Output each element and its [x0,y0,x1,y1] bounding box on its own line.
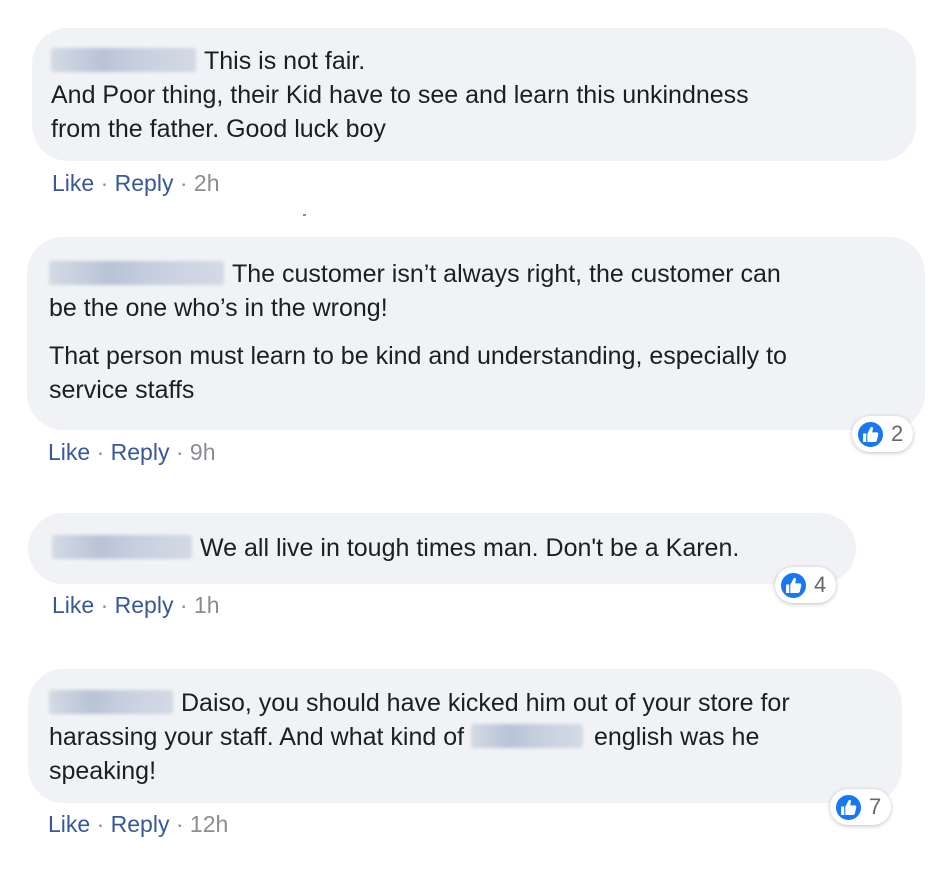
comment-text-line: We all live in tough times man. Don't be… [52,531,836,565]
like-link[interactable]: Like [48,811,90,837]
blurred-word [471,724,584,748]
timestamp[interactable]: 1h [194,592,220,618]
like-thumbs-up-icon [779,570,808,600]
reaction-count-number: 7 [869,794,882,819]
comment-actions: Like · Reply · 12h [48,809,228,839]
comment-text-line: from the father. Good luck boy [51,115,386,143]
reaction-count[interactable]: 4 [775,567,837,603]
timestamp[interactable]: 12h [190,811,228,837]
comment-actions: Like · Reply · 1h [52,590,220,620]
like-thumbs-up-icon [834,792,863,822]
comment-paragraph: That person must learn to be kind and un… [49,342,787,404]
divider-dot [303,214,306,216]
like-link[interactable]: Like [52,170,94,196]
separator: · [96,811,105,837]
comment-text-line: This is not fair. [51,44,896,78]
separator: · [100,170,109,196]
reaction-count[interactable]: 2 [852,416,914,452]
comment-actions: Like · Reply · 2h [52,168,220,198]
comment-bubble: This is not fair. And Poor thing, their … [32,28,916,161]
reply-link[interactable]: Reply [115,592,174,618]
comment-text-line: harassing your staff. And what kind of e… [49,723,760,751]
reaction-count-number: 2 [891,421,904,446]
comment-actions: Like · Reply · 9h [48,437,216,467]
reaction-count-number: 4 [814,572,827,597]
separator: · [96,439,105,465]
comment-bubble: We all live in tough times man. Don't be… [28,513,856,584]
comment-bubble: The customer isn’t always right, the cus… [27,237,925,430]
reply-link[interactable]: Reply [115,170,174,196]
blurred-author-name[interactable] [52,535,192,559]
comment-paragraph: The customer isn’t always right, the cus… [49,260,781,322]
separator: · [175,439,184,465]
comment-text-line: And Poor thing, their Kid have to see an… [51,81,749,109]
timestamp[interactable]: 2h [194,170,220,196]
reply-link[interactable]: Reply [111,439,170,465]
like-link[interactable]: Like [52,592,94,618]
separator: · [175,811,184,837]
comment-bubble: Daiso, you should have kicked him out of… [28,669,902,803]
timestamp[interactable]: 9h [190,439,216,465]
separator: · [179,170,188,196]
reaction-count[interactable]: 7 [830,789,892,825]
separator: · [100,592,109,618]
blurred-author-name[interactable] [49,690,173,714]
separator: · [179,592,188,618]
comment-text-line: speaking! [49,757,157,785]
comment-text-line: Daiso, you should have kicked him out of… [49,686,882,720]
blurred-author-name[interactable] [51,48,196,72]
like-thumbs-up-icon [856,419,885,449]
reply-link[interactable]: Reply [111,811,170,837]
blurred-author-name[interactable] [49,261,224,285]
like-link[interactable]: Like [48,439,90,465]
